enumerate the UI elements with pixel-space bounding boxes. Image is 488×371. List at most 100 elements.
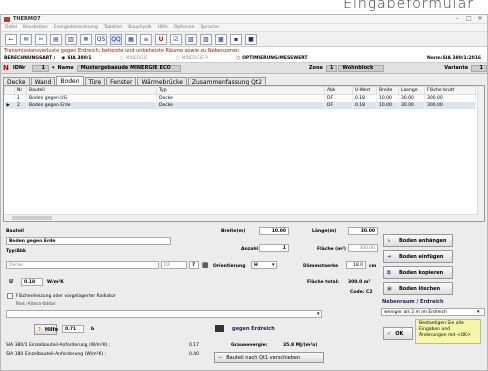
col-nr[interactable]: Nr	[14, 86, 27, 95]
u-value[interactable]: 0.18	[21, 278, 43, 286]
hilfe-button[interactable]: ? Hilfe	[34, 324, 58, 335]
daemm-input[interactable]: 18.0	[346, 261, 366, 269]
radio-icon[interactable]: ◉	[61, 56, 65, 61]
menu-datei[interactable]: Datei	[5, 25, 17, 30]
boden-loeschen-button[interactable]: ▣ Boden löschen	[383, 282, 453, 295]
square-icon[interactable]: ■	[245, 33, 257, 45]
zone-number[interactable]: 1	[325, 64, 338, 72]
cell-typ[interactable]: Decke	[156, 101, 325, 109]
settings-icon[interactable]: ☸	[80, 33, 92, 45]
menu-optionen[interactable]: Optionen	[174, 25, 195, 30]
abk-input[interactable]: DF	[161, 261, 187, 269]
col-laenge[interactable]: Laenge	[398, 86, 425, 95]
calc-option-sia[interactable]: SIA 380/1	[67, 56, 91, 61]
cell-flaeche[interactable]: 300.00	[424, 101, 476, 109]
col-bauteil[interactable]: Bauteil	[26, 86, 157, 95]
cell-uwert[interactable]: 0.18	[352, 94, 377, 102]
menu-hilfe[interactable]: Hilfe	[158, 25, 168, 30]
qq-icon[interactable]: QQ	[110, 33, 122, 45]
cell-bauteil[interactable]: Boden gegen Erde	[26, 101, 157, 109]
matrix-icon[interactable]: ▩	[215, 33, 227, 45]
cell-nr[interactable]: 2	[14, 101, 27, 109]
minimize-button[interactable]: –	[453, 16, 461, 22]
menu-bauphysik[interactable]: Bauphysik	[128, 25, 151, 30]
bauteil-input[interactable]: Boden gegen Erde	[6, 237, 171, 245]
kopieren-label: Boden kopieren	[399, 269, 444, 276]
layers-icon[interactable]: ▨	[200, 33, 212, 45]
dropdown-arrow-icon[interactable]: ▾	[272, 262, 275, 268]
calc-option-minergie-p[interactable]: MINERGIE-P	[182, 56, 209, 61]
calc-option-optimierung[interactable]: OPTIMIERUNG/MESSWERT	[242, 56, 308, 61]
radiator-checkbox[interactable]	[7, 293, 13, 299]
dropdown-arrow-icon[interactable]: ▾	[317, 311, 320, 317]
laenge-input[interactable]: 30.00	[348, 227, 378, 235]
cut-icon[interactable]: ✂	[35, 33, 47, 45]
zone-name[interactable]: Wohnblock	[338, 64, 385, 72]
radio-icon[interactable]: ○	[176, 56, 180, 61]
typ-input[interactable]: Decke	[6, 261, 159, 269]
back-icon[interactable]: ←	[5, 33, 17, 45]
grid2-icon[interactable]: ▦	[125, 33, 137, 45]
flaeche-input[interactable]: 300.00	[348, 244, 378, 252]
erdreich-icon[interactable]	[215, 325, 224, 332]
close-button[interactable]: ✕	[476, 16, 484, 22]
nebenraum-select[interactable]: weniger als 2 m im Erdreich	[381, 308, 485, 316]
col-abk[interactable]: Abk	[324, 86, 353, 95]
table-row[interactable]: 1 Boden gegen UG Decke DF 0.18 10.00 30.…	[4, 94, 476, 102]
table-row[interactable]: ▶ 2 Boden gegen Erde Decke DF 0.18 10.00…	[4, 101, 476, 109]
radio-icon[interactable]: ○	[236, 56, 240, 61]
scroll-thumb[interactable]	[12, 216, 52, 220]
radio-icon[interactable]: ○	[120, 56, 124, 61]
cell-nr[interactable]: 1	[14, 94, 27, 102]
menu-energieberechnung[interactable]: Energieberechnung	[54, 25, 98, 30]
cell-typ[interactable]: Decke	[156, 94, 325, 102]
redfaktor-input[interactable]	[6, 310, 322, 318]
cell-bauteil[interactable]: Boden gegen UG	[26, 94, 157, 102]
b-value[interactable]: 0.71	[62, 325, 84, 333]
picker-icon[interactable]: ▦	[202, 261, 209, 269]
horizontal-scrollbar[interactable]	[4, 214, 478, 221]
anzahl-input[interactable]: 1	[259, 244, 289, 252]
breite-input[interactable]: 10.00	[259, 227, 289, 235]
boden-kopieren-button[interactable]: ⧉ Boden kopieren	[383, 266, 453, 279]
dropdown-arrow-icon[interactable]: ▾	[477, 309, 480, 315]
boden-anhaengen-button[interactable]: ↳ Boden anhängen	[383, 234, 453, 247]
id-select[interactable]: 1	[31, 64, 49, 72]
cell-abk[interactable]: DF	[324, 101, 353, 109]
col-flaeche[interactable]: Fläche brutt	[424, 86, 476, 95]
cell-breite[interactable]: 10.00	[376, 101, 399, 109]
name-field[interactable]: Mustergebaeude MINERGIE ECO	[76, 64, 181, 72]
chart-icon[interactable]: ▧	[185, 33, 197, 45]
list-icon[interactable]: ≡	[140, 33, 152, 45]
menu-tabellen[interactable]: Tabellen	[104, 25, 123, 30]
menu-bearbeiten[interactable]: Bearbeiten	[23, 25, 48, 30]
variante-select[interactable]: 1	[471, 64, 487, 72]
col-typ[interactable]: Typ	[156, 86, 325, 95]
calc-label: BERECHNUNGSART :	[4, 56, 56, 61]
cell-flaeche[interactable]: 300.00	[424, 94, 476, 102]
maximize-button[interactable]: □	[465, 16, 473, 22]
delete-icon: ▣	[387, 285, 392, 292]
table-icon[interactable]: ▥	[65, 33, 77, 45]
ok-button[interactable]: ✔ OK	[383, 327, 413, 340]
check-icon[interactable]: ☑	[170, 33, 182, 45]
block-icon[interactable]: ▪	[230, 33, 242, 45]
col-uwert[interactable]: U-Wert	[352, 86, 377, 95]
verschieben-button[interactable]: ↪ Bauteil nach Qt1 verschieben	[214, 352, 324, 363]
cell-breite[interactable]: 10.00	[376, 94, 399, 102]
cell-laenge[interactable]: 30.00	[398, 94, 425, 102]
menu-sprache[interactable]: Sprache	[200, 25, 218, 30]
col-breite[interactable]: Breite	[376, 86, 399, 95]
cell-uwert[interactable]: 0.18	[352, 101, 377, 109]
boden-einfuegen-button[interactable]: ⇥ Boden einfügen	[383, 250, 453, 263]
abk-number[interactable]: 7	[189, 261, 199, 269]
calc-option-minergie[interactable]: MINERGIE	[125, 56, 147, 61]
qs-icon[interactable]: QS	[95, 33, 107, 45]
vertical-scrollbar[interactable]	[477, 86, 484, 221]
u-value-icon[interactable]: U	[155, 33, 167, 45]
cell-abk[interactable]: DF	[324, 94, 353, 102]
mail-icon[interactable]: ✉	[20, 33, 32, 45]
cell-laenge[interactable]: 30.00	[398, 101, 425, 109]
dropdown-arrow-icon[interactable]: ▾	[52, 65, 55, 71]
grid-icon[interactable]: ▤	[50, 33, 62, 45]
